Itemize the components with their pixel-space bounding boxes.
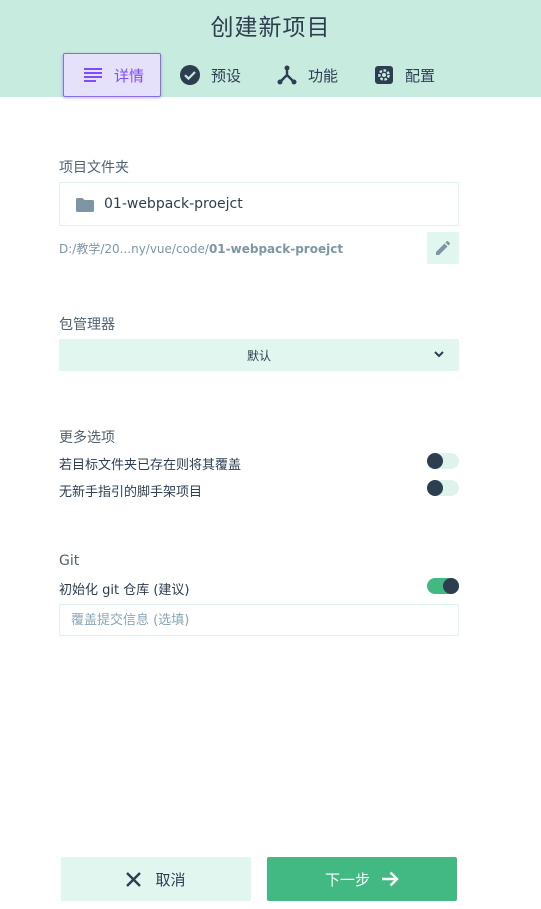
cancel-button[interactable]: 取消: [61, 857, 251, 901]
git-label: Git: [59, 553, 80, 569]
option-overwrite-toggle[interactable]: [427, 453, 459, 469]
more-options-label: 更多选项: [59, 430, 115, 446]
next-button[interactable]: 下一步: [267, 857, 457, 901]
project-folder-field[interactable]: 01-webpack-proejct: [59, 182, 459, 226]
arrow-right-icon: [382, 871, 399, 887]
project-path-prefix: D:/教学/20...ny/vue/code/: [59, 242, 209, 256]
option-skip-guide-row: 无新手指引的脚手架项目: [59, 479, 459, 500]
option-skip-guide-label: 无新手指引的脚手架项目: [59, 485, 203, 500]
option-overwrite-label: 若目标文件夹已存在则将其覆盖: [59, 458, 242, 473]
folder-icon: [76, 197, 94, 216]
package-manager-select[interactable]: 默认: [59, 339, 459, 371]
tab-features-label: 功能: [308, 66, 339, 85]
tab-presets-label: 预设: [211, 66, 242, 85]
page-title: 创建新项目: [210, 15, 331, 41]
check-circle-icon: [179, 64, 201, 86]
project-path: D:/教学/20...ny/vue/code/01-webpack-proejc…: [59, 240, 343, 257]
git-init-row: 初始化 git 仓库 (建议): [59, 577, 459, 598]
project-folder-label: 项目文件夹: [59, 160, 129, 176]
pencil-icon: [436, 241, 450, 255]
package-manager-label: 包管理器: [59, 317, 115, 333]
cancel-label: 取消: [155, 870, 186, 889]
option-overwrite-row: 若目标文件夹已存在则将其覆盖: [59, 452, 459, 473]
commit-message-input[interactable]: [59, 604, 459, 636]
settings-icon: [373, 64, 395, 86]
toggle-knob: [443, 578, 459, 594]
tab-details[interactable]: 详情: [63, 53, 162, 97]
tab-presets[interactable]: 预设: [165, 53, 255, 97]
edit-path-button[interactable]: [427, 232, 459, 264]
toggle-knob: [427, 453, 443, 469]
step-tabs: 详情 预设 功能 配置: [63, 53, 456, 97]
option-skip-guide-toggle[interactable]: [427, 480, 459, 496]
toggle-knob: [427, 480, 443, 496]
chevron-down-icon: [433, 348, 445, 363]
merge-type-icon: [276, 64, 298, 86]
close-icon: [126, 871, 142, 887]
tab-config[interactable]: 配置: [359, 53, 449, 97]
tab-features[interactable]: 功能: [262, 53, 352, 97]
package-manager-value: 默认: [246, 348, 271, 363]
details-list-icon: [82, 64, 104, 86]
git-init-label: 初始化 git 仓库 (建议): [59, 583, 190, 598]
git-init-toggle[interactable]: [427, 578, 459, 594]
page-header: 创建新项目 详情 预设 功能 配置: [0, 0, 541, 97]
tab-config-label: 配置: [405, 66, 436, 85]
project-folder-value: 01-webpack-proejct: [104, 196, 243, 212]
project-path-name: 01-webpack-proejct: [208, 242, 344, 256]
tab-details-label: 详情: [114, 66, 145, 85]
next-label: 下一步: [324, 870, 370, 889]
